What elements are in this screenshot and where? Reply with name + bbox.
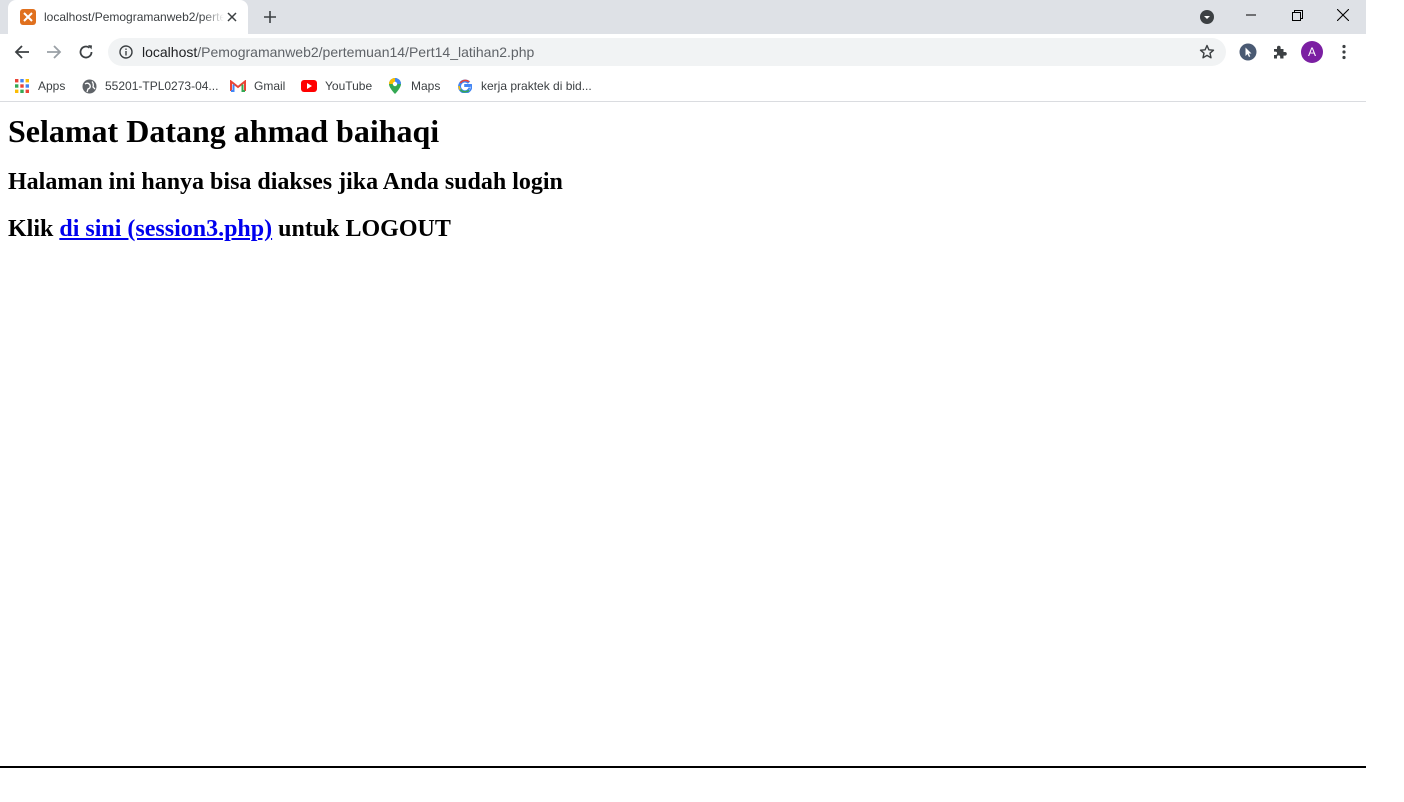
welcome-heading: Selamat Datang ahmad baihaqi [8,113,440,149]
profile-avatar[interactable]: A [1301,41,1323,63]
back-arrow-icon[interactable] [9,39,35,65]
extension-cursor-icon[interactable] [1238,42,1258,62]
page-content: Selamat Datang ahmad baihaqi Halaman ini… [0,103,1366,766]
bookmark-star-icon[interactable] [1198,43,1216,61]
bookmark-maps[interactable]: Maps [387,76,440,96]
bookmark-label: Apps [38,79,66,93]
new-tab-plus-icon[interactable] [260,7,280,27]
tab-search-icon[interactable] [1198,8,1216,26]
bookmark-apps[interactable]: Apps [14,76,65,96]
bookmark-label: 55201-TPL0273-04... [105,79,219,93]
site-info-icon[interactable] [118,44,134,60]
bookmark-label: Gmail [254,79,286,93]
tab-title: localhost/Pemogramanweb2/pertemuan14/Per… [44,10,224,24]
google-icon [457,78,473,94]
logout-instruction: Klik di sini (session3.php) untuk LOGOUT [8,216,451,243]
reload-icon[interactable] [73,39,99,65]
extensions-puzzle-icon[interactable] [1270,42,1290,62]
logout-prefix: Klik [8,216,60,242]
gmail-icon [230,78,246,94]
bookmark-youtube[interactable]: YouTube [301,76,372,96]
tab-active[interactable]: localhost/Pemogramanweb2/pertemuan14/Per… [8,0,248,34]
login-notice: Halaman ini hanya bisa diakses jika Anda… [8,169,563,195]
xampp-favicon-icon [20,9,36,25]
bookmark-label: YouTube [325,79,373,93]
menu-kebab-icon[interactable] [1334,42,1354,62]
bookmark-label: kerja praktek di bid... [481,79,592,93]
bookmark-course[interactable]: 55201-TPL0273-04... [81,76,218,96]
youtube-icon [301,78,317,94]
tab-close-icon[interactable] [224,9,240,25]
browser-window: localhost/Pemogramanweb2/pertemuan14/Per… [0,0,1366,768]
maps-icon [387,78,403,94]
url-path: /Pemogramanweb2/pertemuan14/Pert14_latih… [197,44,535,60]
url-host: localhost [142,44,198,60]
minimize-icon[interactable] [1228,0,1274,30]
address-bar[interactable]: localhost/Pemogramanweb2/pertemuan14/Per… [108,38,1226,66]
bookmarks-bar: Apps 55201-TPL0273-04... Gmail YouTube M… [0,70,1366,102]
toolbar: localhost/Pemogramanweb2/pertemuan14/Per… [0,34,1366,70]
close-window-icon[interactable] [1320,0,1366,30]
url-text[interactable]: localhost/Pemogramanweb2/pertemuan14/Per… [142,44,534,60]
restore-icon[interactable] [1274,0,1320,30]
bookmark-gmail[interactable]: Gmail [230,76,285,96]
globe-icon [81,78,97,94]
bookmark-label: Maps [411,79,441,93]
forward-arrow-icon[interactable] [41,39,67,65]
logout-link[interactable]: di sini (session3.php) [59,216,272,242]
bookmark-kerja-praktek[interactable]: kerja praktek di bid... [457,76,592,96]
logout-suffix: untuk LOGOUT [272,216,451,242]
apps-grid-icon [14,78,30,94]
tab-strip: localhost/Pemogramanweb2/pertemuan14/Per… [0,0,1366,34]
